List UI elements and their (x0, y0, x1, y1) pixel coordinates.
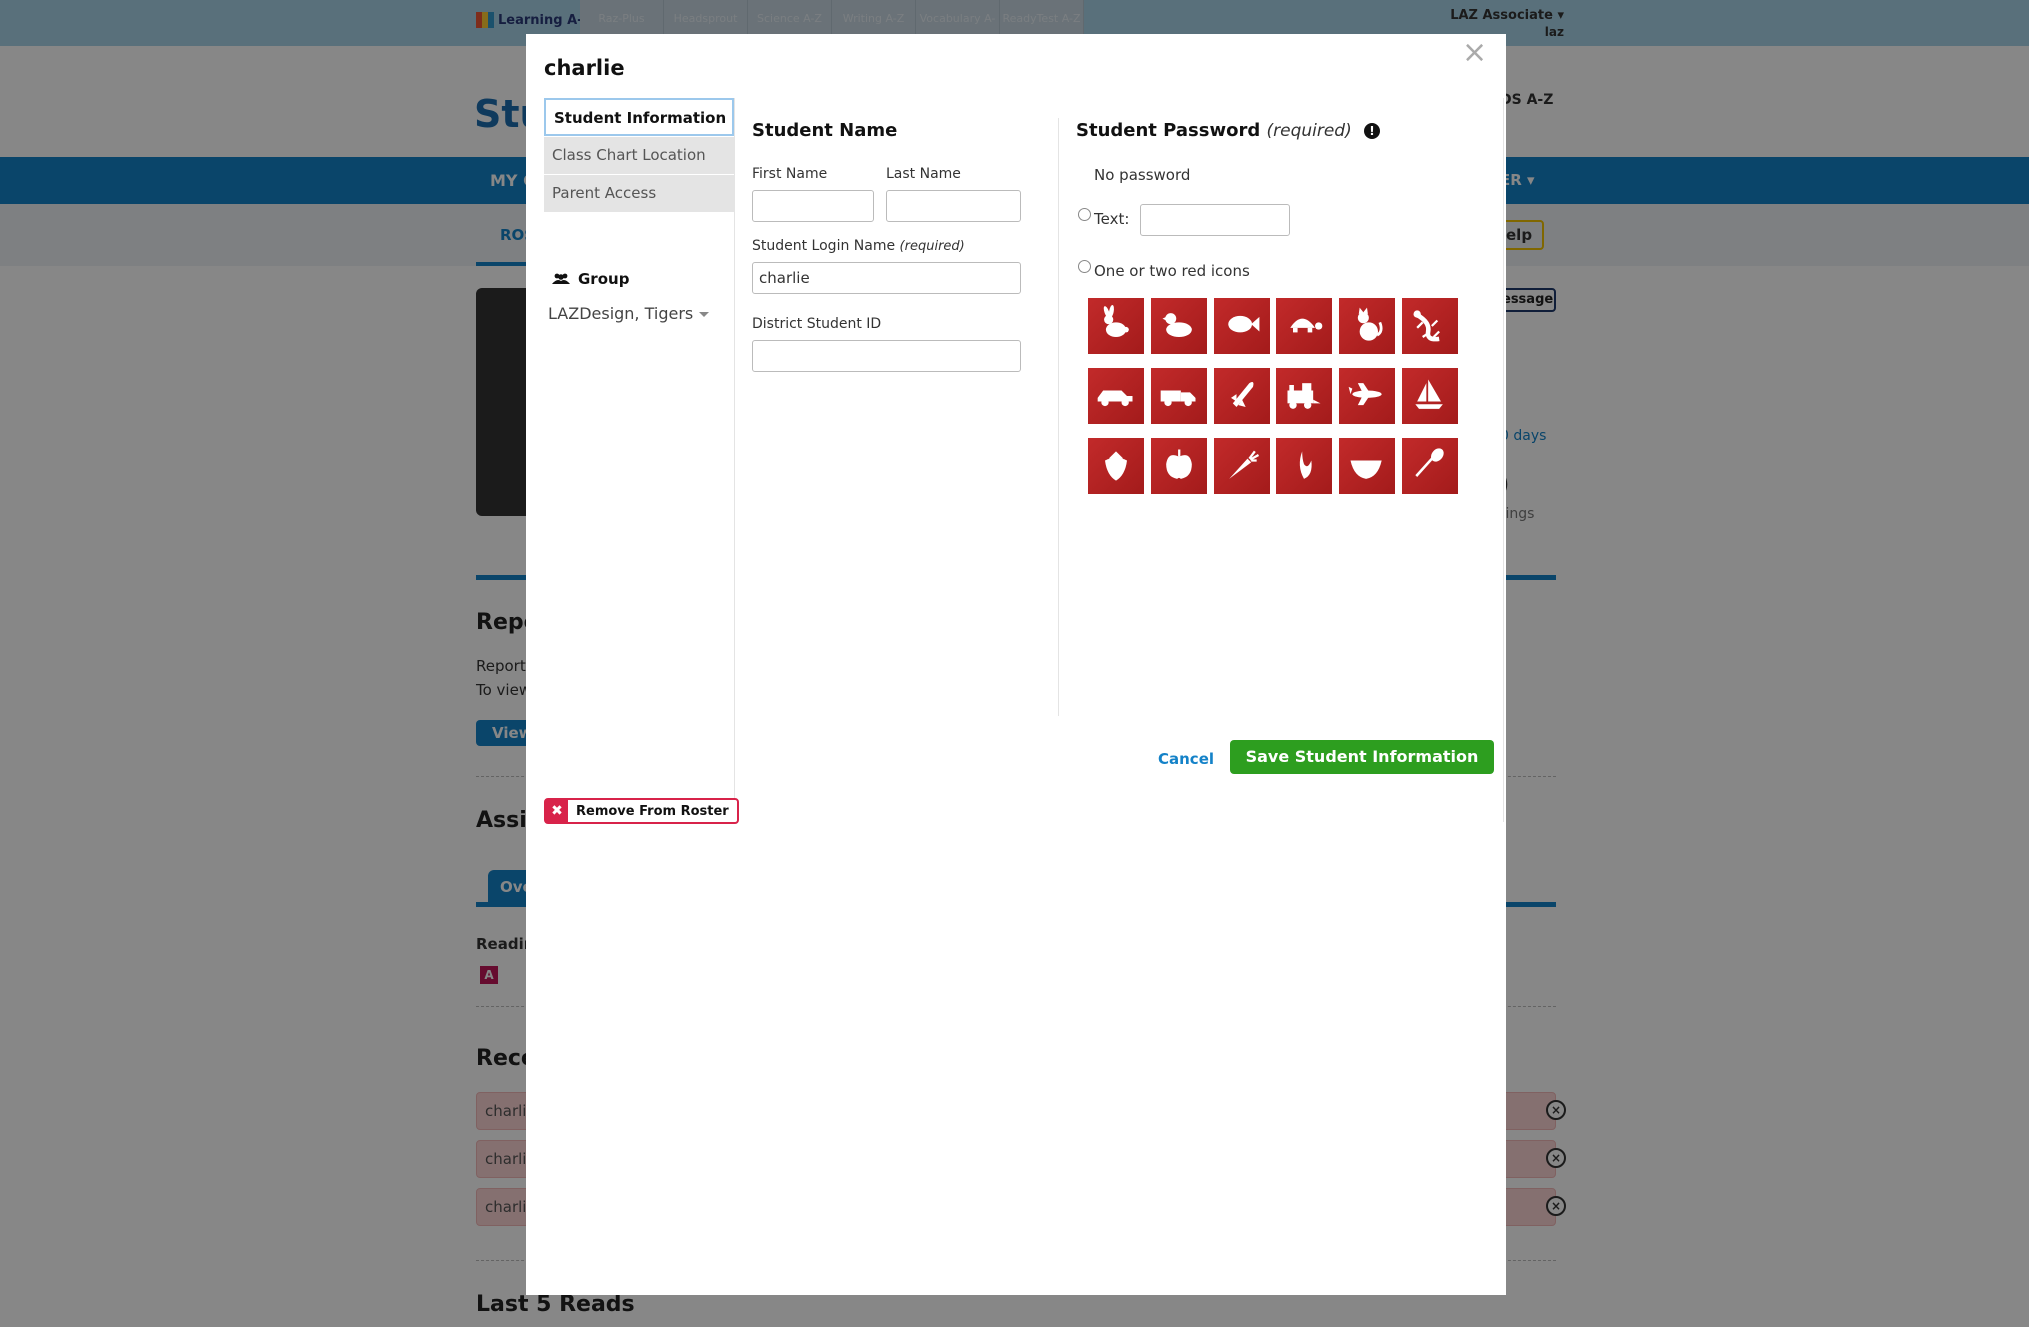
fish-icon[interactable] (1213, 298, 1270, 354)
tab-student-information[interactable]: Student Information (544, 98, 734, 136)
login-name-label: Student Login Name (required) (752, 238, 965, 254)
last-name-field[interactable] (886, 190, 1021, 222)
spoon-icon[interactable] (1402, 438, 1458, 494)
group-header-label: Group (578, 270, 630, 288)
airplane-icon[interactable] (1339, 368, 1396, 424)
first-name-field[interactable] (752, 190, 874, 222)
banana-icon[interactable] (1276, 438, 1333, 494)
save-student-information-button[interactable]: Save Student Information (1230, 740, 1494, 774)
rocket-icon[interactable] (1213, 368, 1270, 424)
train-icon[interactable] (1276, 368, 1333, 424)
sailboat-icon[interactable] (1402, 368, 1458, 424)
tab-class-chart-location[interactable]: Class Chart Location (544, 136, 734, 174)
tab-parent-access[interactable]: Parent Access (544, 174, 734, 212)
cancel-button[interactable]: Cancel (1158, 750, 1214, 768)
remove-x-icon: ✖ (546, 800, 568, 822)
text-password-label: Text: (1094, 210, 1130, 228)
last-name-label: Last Name (886, 166, 961, 182)
carrot-icon[interactable] (1213, 438, 1270, 494)
watermelon-icon[interactable] (1339, 438, 1396, 494)
turtle-icon[interactable] (1276, 298, 1333, 354)
group-icon (552, 273, 570, 284)
password-header-label: Student Password (1076, 120, 1261, 141)
icon-password-label: One or two red icons (1094, 262, 1250, 280)
lizard-icon[interactable] (1402, 298, 1458, 354)
duck-icon[interactable] (1150, 298, 1207, 354)
rabbit-icon[interactable] (1088, 298, 1144, 354)
chevron-down-icon (699, 312, 710, 317)
info-icon[interactable]: ! (1364, 123, 1381, 139)
group-header: Group (552, 270, 629, 288)
password-header: Student Password (required) ! (1058, 120, 1381, 141)
truck-icon[interactable] (1150, 368, 1207, 424)
remove-from-roster-button[interactable]: ✖ Remove From Roster (544, 798, 739, 824)
edit-student-modal: charlie × Student Information Class Char… (526, 34, 1506, 1295)
district-id-field[interactable] (752, 340, 1021, 372)
icon-password-radio[interactable] (1078, 260, 1091, 273)
login-name-field[interactable] (752, 262, 1021, 294)
modal-content: Student Information Class Chart Location… (544, 98, 1504, 822)
text-password-radio[interactable] (1078, 208, 1091, 221)
no-password-option: No password (1094, 166, 1191, 184)
column-divider (1058, 118, 1059, 716)
strawberry-icon[interactable] (1088, 438, 1144, 494)
remove-from-roster-label: Remove From Roster (576, 803, 729, 819)
car-icon[interactable] (1088, 368, 1144, 424)
student-name-header: Student Name (752, 120, 898, 141)
district-id-label: District Student ID (752, 316, 882, 332)
group-dropdown[interactable]: LAZDesign, Tigers (548, 304, 710, 323)
login-required-note: (required) (899, 239, 965, 254)
close-icon[interactable]: × (1462, 38, 1487, 68)
apple-icon[interactable] (1150, 438, 1207, 494)
group-value: LAZDesign, Tigers (548, 304, 694, 323)
first-name-label: First Name (752, 166, 828, 182)
side-tabs: Student Information Class Chart Location… (544, 98, 734, 212)
password-required-note: (required) (1266, 121, 1352, 141)
login-name-label-text: Student Login Name (752, 238, 896, 254)
text-password-field[interactable] (1140, 204, 1290, 236)
cat-icon[interactable] (1339, 298, 1396, 354)
modal-title: charlie (544, 56, 625, 80)
sidebar-divider (734, 98, 735, 822)
